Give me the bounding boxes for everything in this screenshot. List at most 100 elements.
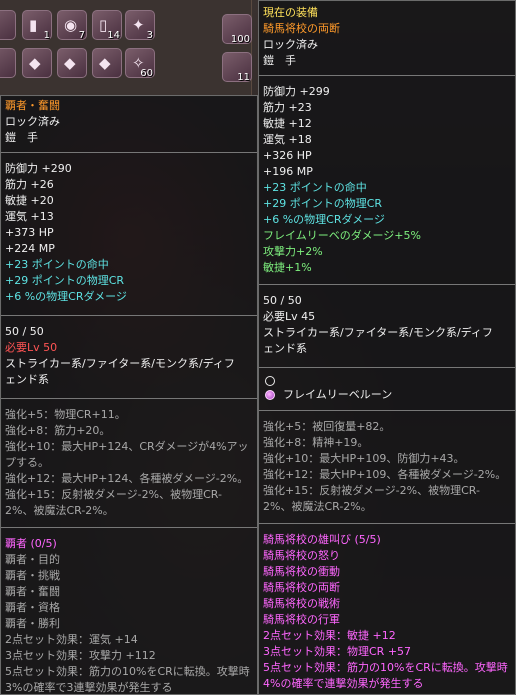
item-icon: ✦: [132, 16, 145, 34]
set-effect: 3点セット効果：攻撃力 +112: [5, 649, 156, 662]
inventory-slot[interactable]: ▮ 1: [22, 10, 52, 41]
enhance-line: 強化+5：物理CR+11。: [5, 408, 126, 421]
inventory-slot[interactable]: ✦ 3: [125, 10, 155, 41]
set-item: 覇者・奮闘: [5, 585, 60, 598]
set-item: 覇者・挑戦: [5, 569, 60, 582]
set-effect: 3点セット効果：物理CR +57: [263, 645, 412, 658]
enhance-line: 強化+8：精神+19。: [263, 436, 369, 449]
enhance-line: 強化+15：反射被ダメージ-2%、被物理CR-2%、被魔法CR-2%。: [5, 488, 222, 517]
durability: 50 / 50: [263, 294, 302, 307]
enhance-line: 強化+12：最大HP+109、各種被ダメージ-2%。: [263, 468, 507, 481]
item-name: 覇者・奮闘: [5, 99, 60, 112]
set-item: 騎馬将校の怒り: [263, 549, 340, 562]
set-item: 騎馬将校の両断: [263, 581, 340, 594]
stat-line: 敏捷 +12: [263, 117, 312, 130]
enhance-line: 強化+12：最大HP+124、各種被ダメージ-2%。: [5, 472, 249, 485]
set-effect: 5点セット効果：筋力の10%をCRに転換。攻撃時 3%の確率で3連撃効果が発生す…: [5, 665, 254, 694]
item-tooltip-hovered: 覇者・奮闘 ロック済み 鎧 手 防御力 +290 筋力 +26 敏捷 +20 運…: [0, 95, 258, 695]
stat-line: 筋力 +26: [5, 178, 54, 191]
item-count: 60: [140, 68, 153, 79]
inventory-slot[interactable]: ✧ 60: [125, 48, 155, 79]
inventory-slot[interactable]: [0, 10, 16, 40]
bonus-line: +29 ポイントの物理CR: [5, 274, 125, 287]
stat-line: 筋力 +23: [263, 101, 312, 114]
item-icon: ◆: [64, 54, 76, 72]
item-icon: ▯: [99, 16, 108, 34]
stat-line: +373 HP: [5, 226, 54, 239]
bonus-line: +29 ポイントの物理CR: [263, 197, 383, 210]
item-name: 騎馬将校の両断: [263, 22, 340, 35]
lock-status: ロック済み: [5, 115, 60, 128]
item-count: 14: [107, 30, 120, 41]
divider: [1, 527, 257, 528]
stat-line: 防御力 +299: [263, 85, 330, 98]
stat-line: +326 HP: [263, 149, 312, 162]
set-item: 騎馬将校の行軍: [263, 613, 340, 626]
lock-status: ロック済み: [263, 38, 318, 51]
stat-line: 敏捷 +20: [5, 194, 54, 207]
enhance-line: 強化+15：反射被ダメージ-2%、被物理CR-2%、被魔法CR-2%。: [263, 484, 480, 513]
divider: [259, 523, 515, 524]
equipped-header: 現在の装備: [263, 6, 318, 19]
item-count: 100: [230, 34, 250, 45]
rune-name: フレイムリーベルーン: [283, 388, 393, 401]
set-title: 騎馬将校の雄叫び (5/5): [263, 533, 381, 546]
enhance-line: 強化+10：最大HP+109、防御力+43。: [263, 452, 465, 465]
inventory-slot[interactable]: ◆: [22, 48, 52, 78]
stat-line: 防御力 +290: [5, 162, 72, 175]
divider: [259, 284, 515, 285]
set-effect: 2点セット効果：運気 +14: [5, 633, 138, 646]
inventory-slot[interactable]: 100: [222, 14, 252, 45]
set-item: 騎馬将校の戦術: [263, 597, 340, 610]
set-item: 覇者・目的: [5, 553, 60, 566]
divider: [259, 410, 515, 411]
item-icon: ◆: [29, 54, 41, 72]
inventory-slot[interactable]: ◆: [92, 48, 122, 78]
item-icon: ◆: [99, 54, 111, 72]
item-tooltip-equipped: 現在の装備 騎馬将校の両断 ロック済み 鎧 手 防御力 +299 筋力 +23 …: [258, 0, 516, 695]
required-level: 必要Lv 50: [5, 341, 58, 354]
divider: [1, 315, 257, 316]
bonus-line: フレイムリーベのダメージ+5%: [263, 229, 421, 242]
enhance-line: 強化+10：最大HP+124、CRダメージが4%アップする。: [5, 440, 249, 469]
inventory-slot[interactable]: ◆: [57, 48, 87, 78]
stat-line: 運気 +18: [263, 133, 312, 146]
bonus-line: +6 %の物理CRダメージ: [263, 213, 385, 226]
item-count: 7: [78, 30, 85, 41]
class-restriction: ストライカー系/ファイター系/モンク系/ディフェンド系: [263, 326, 493, 355]
inventory-slot[interactable]: 11: [222, 52, 252, 83]
item-count: 1: [43, 30, 50, 41]
set-item: 覇者・勝利: [5, 617, 60, 630]
stat-line: +196 MP: [263, 165, 313, 178]
divider: [259, 75, 515, 76]
inventory-slot[interactable]: [0, 48, 16, 78]
divider: [1, 398, 257, 399]
durability: 50 / 50: [5, 325, 44, 338]
gem-socket: フレイムリーベルーン: [263, 386, 511, 404]
divider: [1, 152, 257, 153]
rune-socket-icon: [265, 390, 275, 400]
item-count: 3: [146, 30, 153, 41]
bonus-line: +6 %の物理CRダメージ: [5, 290, 127, 303]
enhance-line: 強化+8：筋力+20。: [5, 424, 111, 437]
set-title: 覇者 (0/5): [5, 537, 57, 550]
bonus-line: +23 ポイントの命中: [263, 181, 367, 194]
set-item: 覇者・資格: [5, 601, 60, 614]
equip-slot: 鎧 手: [263, 54, 296, 67]
bonus-line: 敏捷+1%: [263, 261, 312, 274]
inventory-slot[interactable]: ◉ 7: [57, 10, 87, 41]
stat-line: 運気 +13: [5, 210, 54, 223]
set-effect: 2点セット効果：敏捷 +12: [263, 629, 396, 642]
inventory-slot[interactable]: ▯ 14: [92, 10, 122, 41]
bonus-line: 攻撃力+2%: [263, 245, 323, 258]
bonus-line: +23 ポイントの命中: [5, 258, 109, 271]
item-count: 11: [237, 72, 250, 83]
equip-slot: 鎧 手: [5, 131, 38, 144]
enhance-line: 強化+5：被回復量+82。: [263, 420, 391, 433]
required-level: 必要Lv 45: [263, 310, 316, 323]
empty-socket-icon: [265, 376, 275, 386]
item-icon: ▮: [29, 16, 38, 34]
divider: [259, 367, 515, 368]
set-item: 騎馬将校の衝動: [263, 565, 340, 578]
gem-socket: [263, 376, 511, 386]
